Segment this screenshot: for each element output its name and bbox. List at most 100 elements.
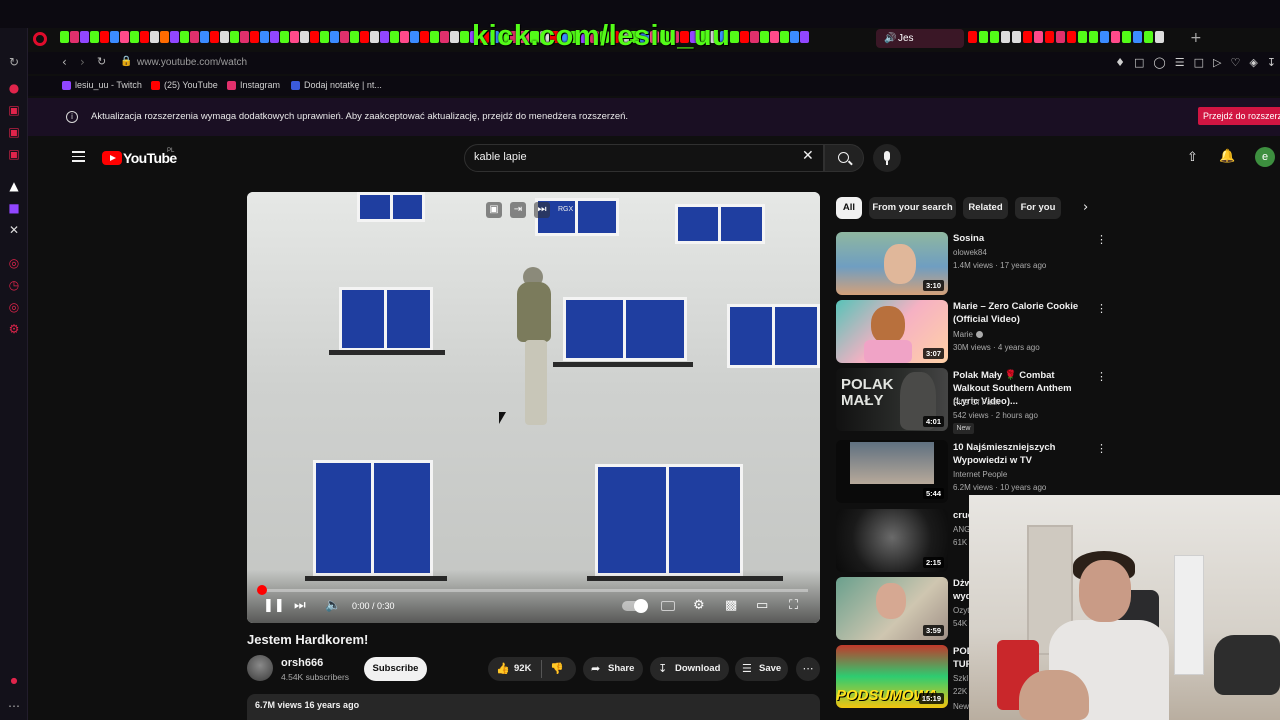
x-icon[interactable]: ✕	[7, 223, 21, 237]
more-actions-button[interactable]: ⋯	[796, 657, 820, 681]
rec-title[interactable]: 10 Najśmieszniejszych Wypowiedzi w TV	[953, 441, 1093, 467]
speaker-icon[interactable]: 🔊	[884, 29, 896, 48]
sidebar-app-icon[interactable]: ▣	[7, 147, 21, 161]
bookmark-youtube[interactable]: (25) YouTube	[151, 80, 218, 90]
autoplay-toggle[interactable]	[622, 599, 648, 613]
shield-icon[interactable]: ◯	[1153, 56, 1165, 69]
like-icon[interactable]: 👍	[496, 657, 510, 681]
voice-search-button[interactable]	[873, 144, 901, 172]
sidebar-app-icon[interactable]: ◎	[7, 300, 21, 314]
pause-icon[interactable]: ❚❚	[263, 598, 285, 613]
translate-icon[interactable]: ☰	[1175, 56, 1185, 69]
sidebar-app-icon[interactable]: ●	[7, 674, 21, 688]
channel-name[interactable]: orsh666	[281, 657, 323, 669]
subscribe-button[interactable]: Subscribe	[364, 657, 427, 681]
notifications-icon[interactable]: 🔔	[1219, 149, 1235, 164]
sidebar-app-icon[interactable]: ●	[7, 81, 21, 95]
chip-related[interactable]: Related	[963, 197, 1008, 219]
rec-title[interactable]: Dżw wyd	[953, 577, 972, 603]
bookmark-notatka[interactable]: Dodaj notatkę | nt...	[291, 80, 382, 90]
tab-favicons-right[interactable]	[968, 31, 1164, 43]
pin-icon[interactable]: ♦	[1115, 56, 1125, 69]
sidebar-app-icon[interactable]: ◎	[7, 256, 21, 270]
save-button[interactable]: ☰ Save	[735, 657, 788, 681]
refresh-icon[interactable]: ↻	[7, 55, 21, 69]
share-button[interactable]: ➦ Share	[583, 657, 643, 681]
search-button[interactable]	[824, 144, 864, 172]
url-field[interactable]: www.youtube.com/watch	[137, 57, 247, 68]
more-icon[interactable]: …	[7, 696, 21, 710]
search-query[interactable]: kable lapie	[474, 151, 527, 163]
progress-bar[interactable]	[259, 589, 808, 592]
rgx-label[interactable]: RGX	[558, 202, 573, 218]
bookmark-instagram[interactable]: Instagram	[227, 80, 280, 90]
bookmark-icon[interactable]: □	[1194, 56, 1204, 69]
skip-icon[interactable]: ⏭	[534, 202, 550, 218]
rec-title[interactable]: POD TUF	[953, 645, 974, 671]
chip-from-your-search[interactable]: From your search	[869, 197, 956, 219]
rec-channel[interactable]: Ozyt	[953, 606, 969, 615]
extensions-icon[interactable]: ◈	[1249, 56, 1257, 69]
progress-scrubber[interactable]	[257, 585, 267, 595]
channel-avatar[interactable]	[247, 655, 273, 681]
rec-more-icon[interactable]: ⋮	[1096, 442, 1107, 455]
kick-icon[interactable]: ▲	[7, 179, 21, 193]
chip-for-you[interactable]: For you	[1015, 197, 1061, 219]
settings-icon[interactable]: ⚙	[693, 598, 705, 613]
popout-icon[interactable]: ▣	[486, 202, 502, 218]
new-tab-button[interactable]: +	[1190, 30, 1202, 46]
history-icon[interactable]: ◷	[7, 278, 21, 292]
menu-icon[interactable]	[72, 151, 85, 163]
fullscreen-icon[interactable]: ⛶	[789, 598, 798, 613]
theater-mode-icon[interactable]: ▭	[756, 598, 768, 613]
rec-title[interactable]: Marie – Zero Calorie Cookie (Official Vi…	[953, 300, 1093, 326]
rec-thumbnail[interactable]: 5:44	[836, 440, 948, 503]
screenshot-icon[interactable]: □	[1134, 56, 1144, 69]
rec-channel[interactable]: ANG	[953, 525, 970, 534]
rec-channel[interactable]: Riffs Of Faith	[953, 398, 1000, 407]
chip-all[interactable]: All	[836, 197, 862, 219]
miniplayer-icon[interactable]: ▩	[725, 598, 737, 613]
account-avatar[interactable]: e	[1255, 147, 1275, 167]
rec-thumbnail[interactable]: 3:59	[836, 577, 948, 640]
forward-icon[interactable]: ›	[80, 55, 85, 69]
like-count[interactable]: 92K	[514, 657, 531, 681]
rec-thumbnail[interactable]: 3:10	[836, 232, 948, 295]
player-icon[interactable]: ▷	[1213, 56, 1221, 69]
rec-channel[interactable]: Internet People	[953, 470, 1007, 479]
create-icon[interactable]: ⇧	[1187, 150, 1198, 165]
sidebar-app-icon[interactable]: ▣	[7, 125, 21, 139]
rec-thumbnail[interactable]: POLAK MAŁY 4:01	[836, 368, 948, 431]
settings-icon[interactable]: ⚙	[7, 322, 21, 336]
rec-channel[interactable]: Marie	[953, 330, 984, 339]
rec-title[interactable]: Sosina	[953, 232, 1093, 245]
download-button[interactable]: ↧ Download	[650, 657, 729, 681]
back-icon[interactable]: ‹	[62, 55, 67, 69]
active-tab[interactable]: 🔊 Jes	[876, 29, 964, 48]
clear-search-icon[interactable]: ✕	[802, 148, 814, 164]
dislike-icon[interactable]: 👎	[550, 657, 564, 681]
rec-more-icon[interactable]: ⋮	[1096, 302, 1107, 315]
bookmark-twitch[interactable]: lesiu_uu - Twitch	[62, 80, 142, 90]
go-to-extensions-button[interactable]: Przejdź do rozszerzeń	[1198, 107, 1280, 125]
rec-more-icon[interactable]: ⋮	[1096, 233, 1107, 246]
twitch-icon[interactable]: ■	[7, 201, 21, 215]
subtitles-icon[interactable]	[661, 601, 675, 611]
rec-thumbnail[interactable]: 3:07	[836, 300, 948, 363]
rec-channel[interactable]: Szkl	[953, 674, 968, 683]
volume-icon[interactable]: 🔈	[325, 598, 341, 613]
download-icon[interactable]: ↧	[1267, 56, 1276, 69]
rec-thumbnail[interactable]: 2:15	[836, 509, 948, 572]
youtube-logo-icon[interactable]	[102, 151, 122, 165]
next-icon[interactable]: ⏭	[294, 598, 306, 613]
opera-logo-icon[interactable]	[33, 32, 47, 46]
rec-channel[interactable]: olowek84	[953, 248, 987, 257]
rec-more-icon[interactable]: ⋮	[1096, 370, 1107, 383]
sidebar-app-icon[interactable]: ▣	[7, 103, 21, 117]
theater-icon[interactable]: ⇥	[510, 202, 526, 218]
heart-icon[interactable]: ♡	[1230, 56, 1240, 69]
reload-icon[interactable]: ↻	[97, 55, 106, 68]
video-player[interactable]	[247, 192, 820, 623]
chevron-right-icon[interactable]: ›	[1083, 200, 1088, 215]
rec-thumbnail[interactable]: PODSUMOWA 15:19	[836, 645, 948, 708]
